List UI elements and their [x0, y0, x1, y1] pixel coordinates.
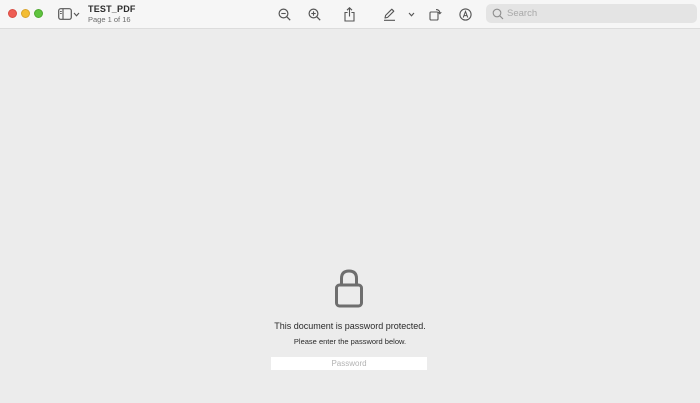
document-title: TEST_PDF: [88, 4, 136, 14]
minimize-window-button[interactable]: [21, 9, 30, 18]
chevron-down-icon[interactable]: [408, 5, 415, 23]
chevron-down-icon[interactable]: [73, 5, 80, 23]
rotate-icon[interactable]: [429, 5, 442, 23]
search-field[interactable]: [486, 4, 697, 23]
close-window-button[interactable]: [8, 9, 17, 18]
title-toolbar: TEST_PDF Page 1 of 16: [0, 0, 700, 29]
markup-pen-icon[interactable]: [382, 5, 396, 23]
password-instruction: Please enter the password below.: [293, 337, 407, 346]
zoom-in-icon[interactable]: [307, 5, 321, 23]
search-input[interactable]: [507, 8, 687, 19]
page-indicator: Page 1 of 16: [88, 15, 131, 24]
zoom-window-button[interactable]: [34, 9, 43, 18]
share-icon[interactable]: [343, 5, 356, 23]
zoom-out-icon[interactable]: [277, 5, 291, 23]
password-protected-message: This document is password protected.: [274, 321, 426, 331]
lock-icon: [334, 268, 364, 308]
annotate-icon[interactable]: [458, 5, 472, 23]
password-field[interactable]: [271, 357, 427, 370]
search-icon: [492, 8, 504, 20]
sidebar-icon[interactable]: [57, 5, 72, 23]
